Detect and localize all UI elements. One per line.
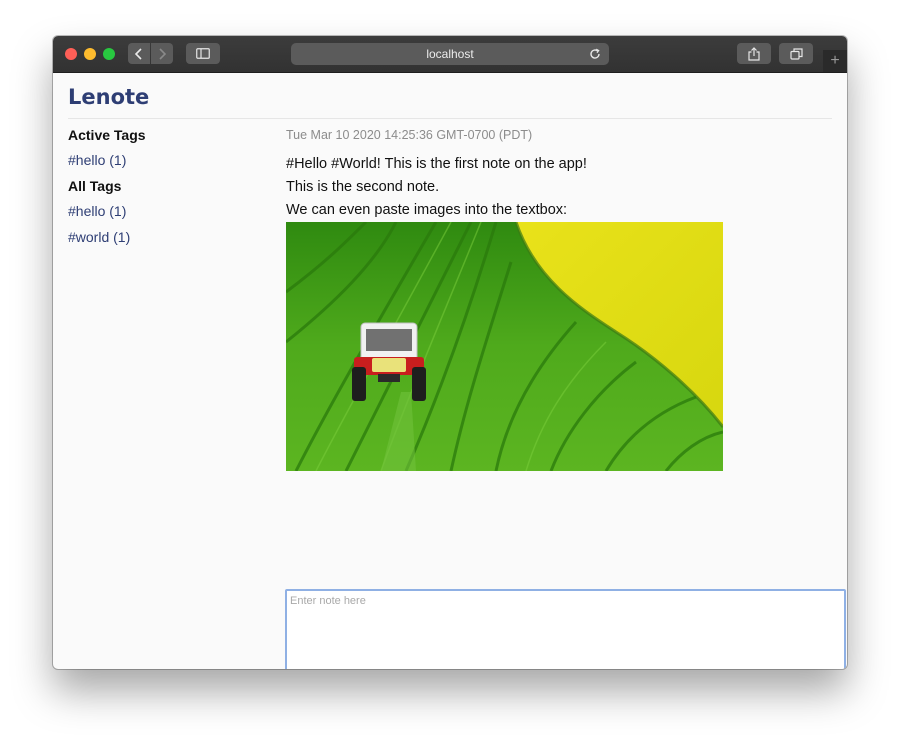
page-content: Lenote Active Tags #hello (1) All Tags #…	[53, 73, 847, 669]
all-tags-heading: All Tags	[68, 178, 122, 194]
close-window-button[interactable]	[65, 48, 77, 60]
sidebar-toggle-button[interactable]	[186, 43, 220, 64]
new-tab-icon: +	[830, 52, 840, 69]
tabs-icon	[789, 47, 803, 60]
forward-icon	[159, 47, 167, 60]
zoom-window-button[interactable]	[103, 48, 115, 60]
app-title: Lenote	[68, 85, 150, 109]
notes-list: Tue Mar 10 2020 14:25:36 GMT-0700 (PDT) …	[286, 127, 842, 471]
browser-toolbar: localhost +	[53, 36, 847, 73]
tag-hello[interactable]: #hello (1)	[68, 201, 268, 221]
share-icon	[748, 46, 760, 61]
new-tab-button[interactable]: +	[823, 50, 847, 72]
note-input[interactable]	[285, 589, 846, 669]
sidebar-icon	[196, 48, 210, 59]
active-tag-hello[interactable]: #hello (1)	[68, 150, 268, 170]
note-line: #Hello #World! This is the first note on…	[286, 156, 587, 172]
note-line: This is the second note.	[286, 179, 440, 195]
header-divider	[68, 118, 832, 119]
forward-button[interactable]	[151, 43, 173, 64]
note-timestamp: Tue Mar 10 2020 14:25:36 GMT-0700 (PDT)	[286, 128, 533, 142]
tag-world[interactable]: #world (1)	[68, 227, 268, 247]
url-text: localhost	[426, 47, 474, 61]
minimize-window-button[interactable]	[84, 48, 96, 60]
tag-sidebar: Active Tags #hello (1) All Tags #hello (…	[68, 125, 268, 253]
reload-button[interactable]	[587, 46, 603, 62]
back-button[interactable]	[128, 43, 150, 64]
browser-window: localhost + Lenote Active Tags #hello (1…	[53, 36, 847, 669]
tab-overview-button[interactable]	[779, 43, 813, 64]
back-icon	[134, 47, 142, 60]
share-button[interactable]	[737, 43, 771, 64]
tractor-field-photo	[286, 222, 723, 471]
reload-icon	[590, 48, 600, 59]
active-tags-heading: Active Tags	[68, 127, 146, 143]
note-line: We can even paste images into the textbo…	[286, 202, 568, 218]
note-image	[286, 222, 723, 471]
address-bar[interactable]: localhost	[291, 43, 609, 65]
